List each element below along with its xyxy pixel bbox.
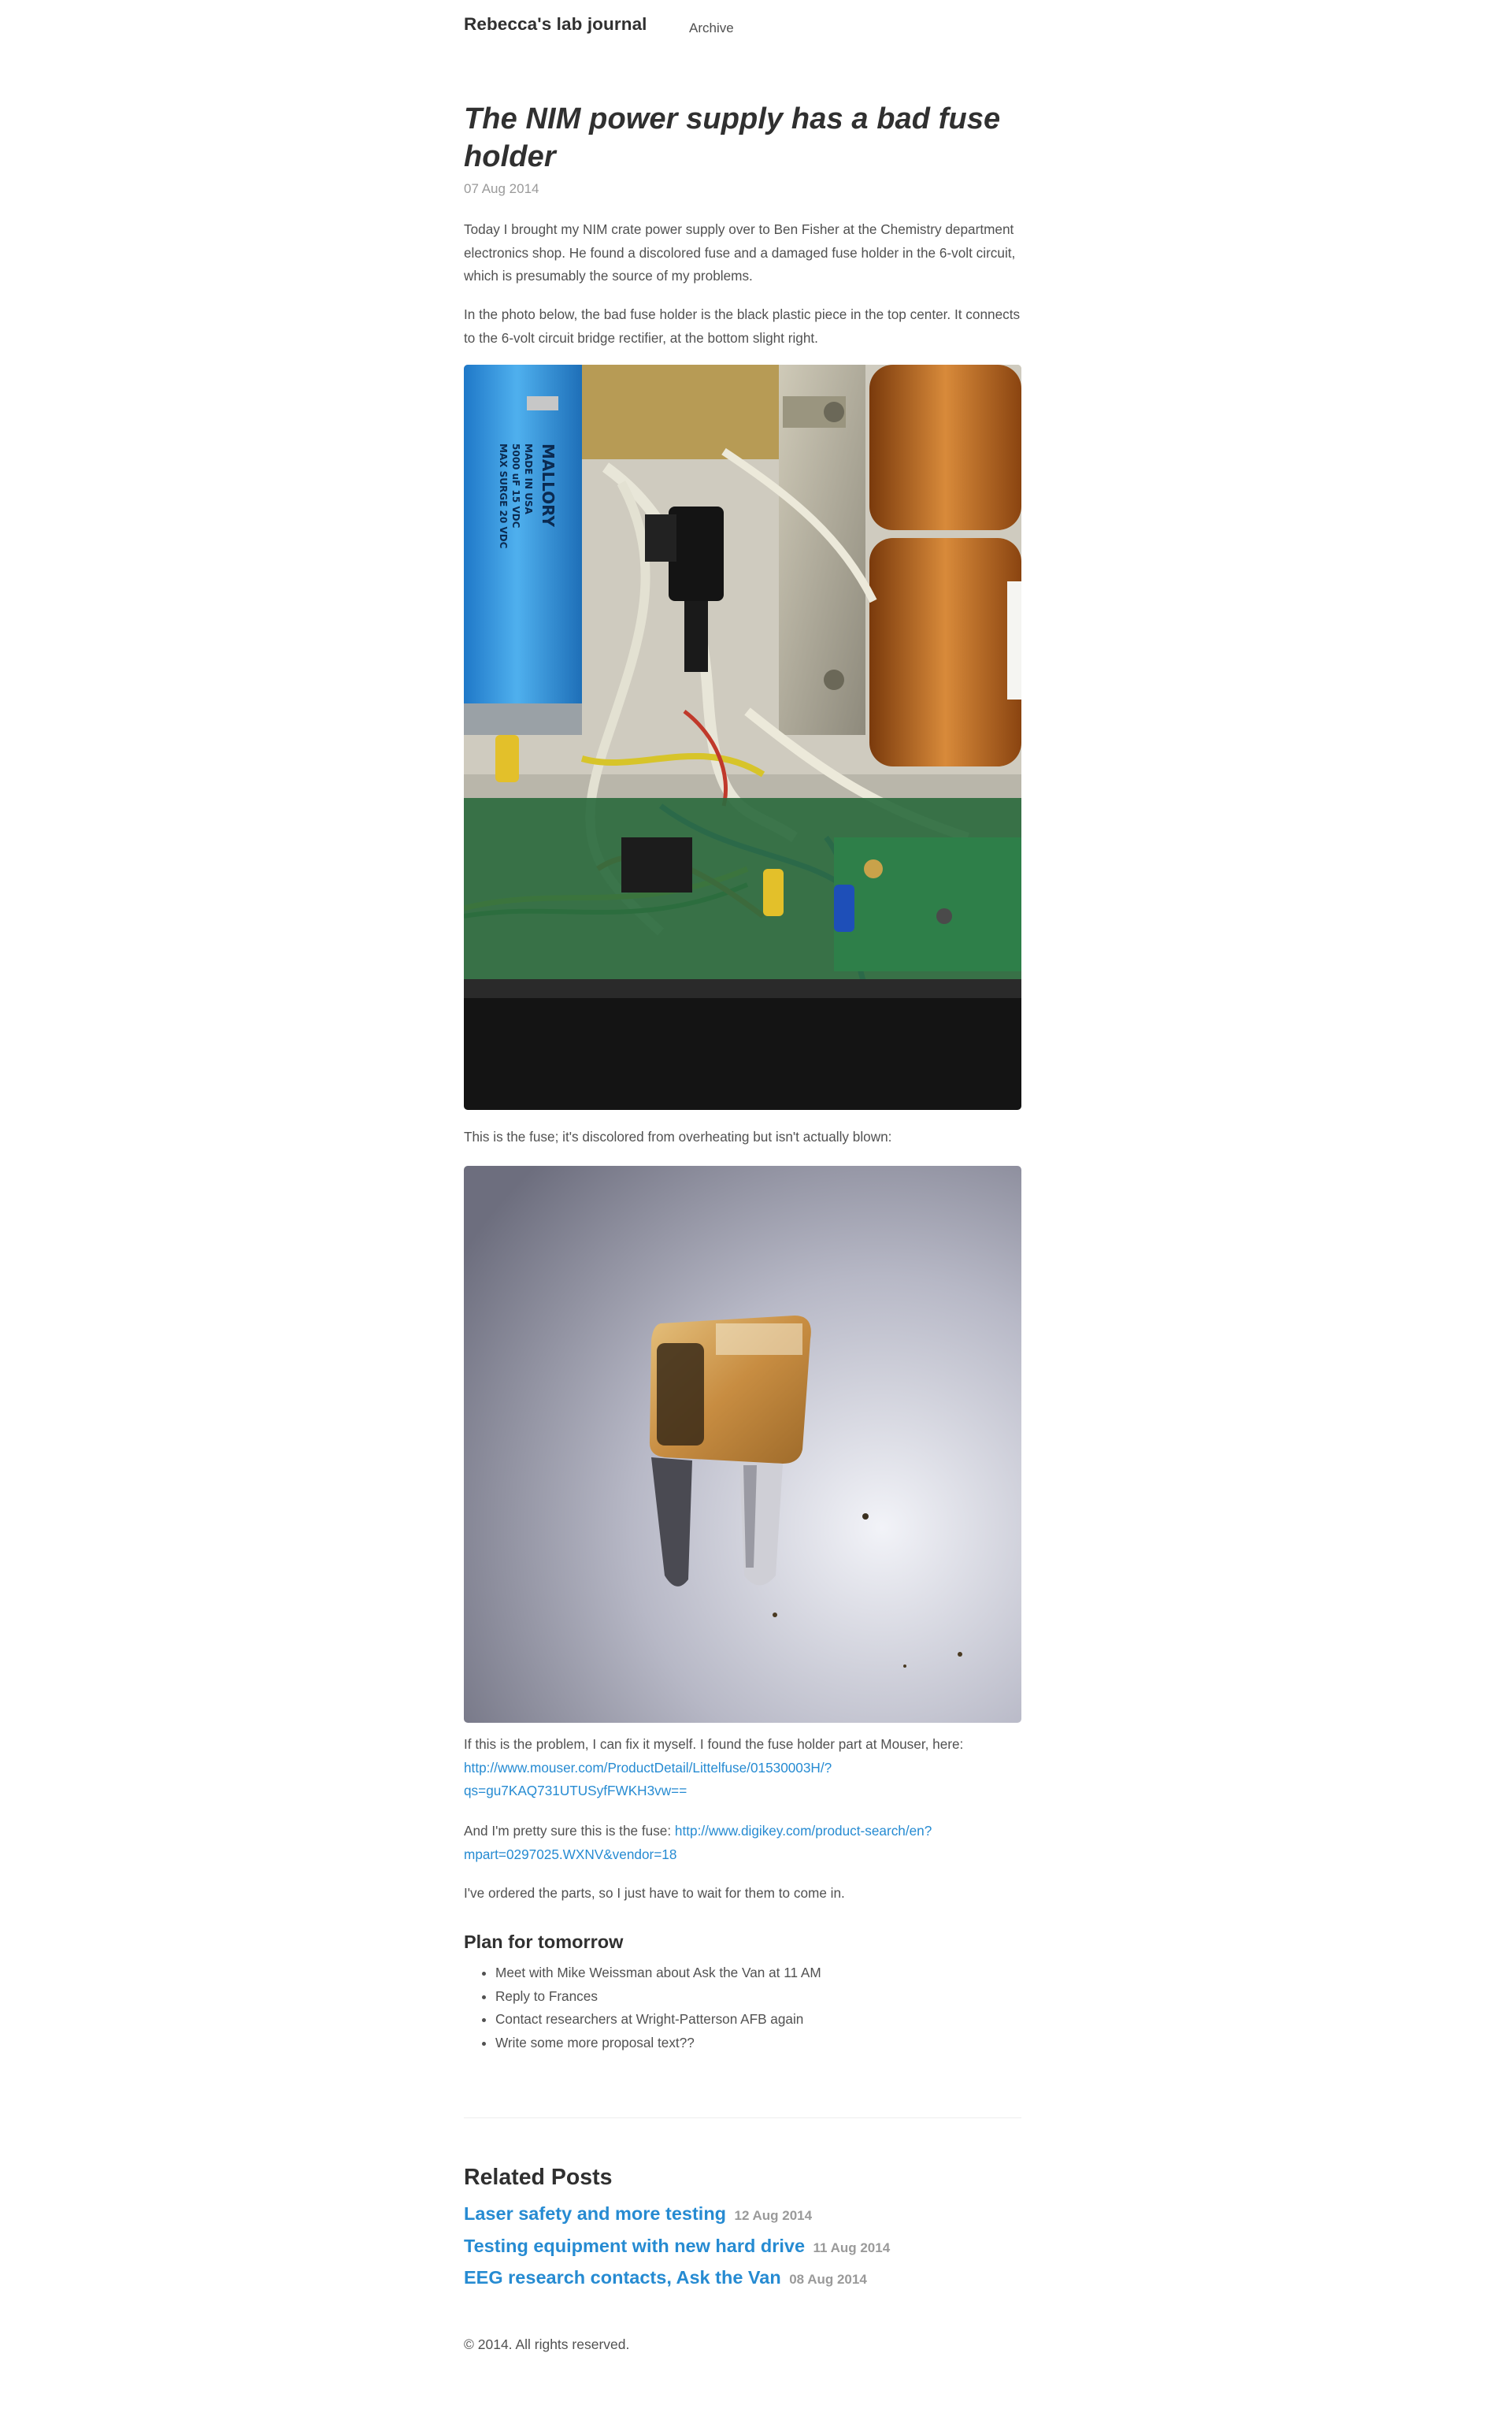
list-item: Reply to Frances <box>495 1985 821 2009</box>
svg-text:MADE IN USA: MADE IN USA <box>523 443 534 515</box>
svg-text:5000 uF 15 VDC: 5000 uF 15 VDC <box>510 443 521 529</box>
fuse-photo <box>464 1166 1021 1723</box>
list-item: Testing equipment with new hard drive 11… <box>464 2232 890 2265</box>
related-post-date: 08 Aug 2014 <box>789 2272 867 2287</box>
power-supply-photo: MALLORY MADE IN USA 5000 uF 15 VDC MAX S… <box>464 365 1021 1110</box>
related-post-link[interactable]: Testing equipment with new hard drive <box>464 2236 805 2256</box>
paragraph-intro: Today I brought my NIM crate power suppl… <box>464 221 1016 284</box>
plan-heading: Plan for tomorrow <box>464 1932 624 1952</box>
related-post-link[interactable]: EEG research contacts, Ask the Van <box>464 2267 781 2288</box>
mouser-link[interactable]: http://www.mouser.com/ProductDetail/Litt… <box>464 1760 832 1799</box>
footer-copyright: © 2014. All rights reserved. <box>464 2336 630 2352</box>
related-heading: Related Posts <box>464 2165 613 2190</box>
related-post-link[interactable]: Laser safety and more testing <box>464 2203 726 2224</box>
list-item: Meet with Mike Weissman about Ask the Va… <box>495 1961 821 1985</box>
list-item: Laser safety and more testing 12 Aug 201… <box>464 2200 890 2232</box>
paragraph-ordered: I've ordered the parts, so I just have t… <box>464 1885 845 1901</box>
plan-list: Meet with Mike Weissman about Ask the Va… <box>464 1961 821 2054</box>
paragraph-digikey: And I'm pretty sure this is the fuse: ht… <box>464 1823 932 1862</box>
paragraph-photo-caption: In the photo below, the bad fuse holder … <box>464 306 1021 346</box>
list-item: Contact researchers at Wright-Patterson … <box>495 2008 821 2032</box>
divider <box>464 2117 1021 2118</box>
capacitor-label: MALLORY <box>539 443 558 527</box>
page-container: Rebecca's lab journal Archive The NIM po… <box>464 0 1021 2352</box>
post-date: 07 Aug 2014 <box>464 181 539 196</box>
nav-archive-link[interactable]: Archive <box>689 20 734 36</box>
related-post-date: 12 Aug 2014 <box>734 2208 813 2223</box>
related-posts-list: Laser safety and more testing 12 Aug 201… <box>464 2200 890 2296</box>
list-item: Write some more proposal text?? <box>495 2032 821 2055</box>
svg-text:MAX SURGE 20 VDC: MAX SURGE 20 VDC <box>498 443 509 549</box>
paragraph-fuse-caption: This is the fuse; it's discolored from o… <box>464 1129 892 1145</box>
related-post-date: 11 Aug 2014 <box>813 2240 891 2255</box>
list-item: EEG research contacts, Ask the Van 08 Au… <box>464 2264 890 2296</box>
site-title-link[interactable]: Rebecca's lab journal <box>464 14 647 35</box>
paragraph-mouser: If this is the problem, I can fix it mys… <box>464 1736 964 1799</box>
masthead: Rebecca's lab journal Archive <box>464 0 1021 59</box>
post-title: The NIM power supply has a bad fuse hold… <box>464 102 1001 173</box>
